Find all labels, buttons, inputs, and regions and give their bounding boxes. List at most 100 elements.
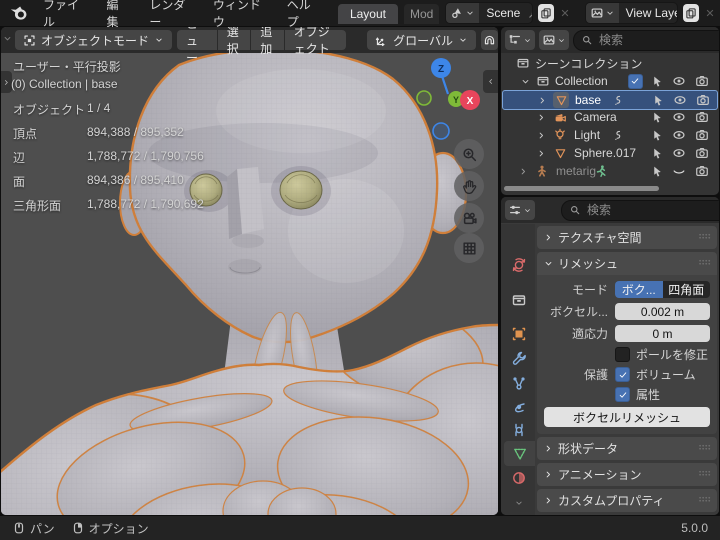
tab-collection-properties[interactable] [504,287,534,312]
outliner-row-sphere[interactable]: Sphere.017 [501,144,719,162]
outliner-row-light[interactable]: Light [501,126,719,144]
menu-window[interactable]: ウィンドウ [203,0,275,29]
tab-material-properties[interactable] [504,465,534,490]
remesh-mode-quad-button[interactable]: 四角面 [662,281,710,298]
properties-search[interactable] [561,199,719,221]
panel-texture-space[interactable]: テクスチャ空間 [537,226,717,249]
hide-eye-icon[interactable] [671,109,687,125]
menu-select[interactable]: 選択 [217,27,251,56]
selectable-icon[interactable] [649,109,665,125]
hide-eye-icon[interactable] [671,145,687,161]
transform-orientation-dropdown[interactable]: グローバル [367,30,476,50]
preserve-volume-checkbox[interactable] [615,367,630,382]
tab-world-properties[interactable] [504,252,534,277]
outliner-search[interactable] [573,29,719,51]
render-visibility-icon[interactable] [694,109,710,125]
selectable-icon[interactable] [650,92,666,108]
menu-object[interactable]: オブジェクト [284,27,347,56]
outliner-horizontal-scrollbar[interactable] [504,186,659,191]
outliner-row-collection[interactable]: Collection [501,72,719,90]
editor-type-chevron-icon[interactable] [2,33,13,47]
gizmo-axis-y-neg[interactable] [416,90,432,106]
menu-view[interactable]: ビュー [177,27,217,65]
expand-chevron-icon[interactable] [533,127,549,143]
drag-dots-icon[interactable] [697,229,711,246]
properties-search-input[interactable] [585,202,719,218]
scene-browse-button[interactable] [446,3,480,23]
menu-help[interactable]: ヘルプ [277,0,328,29]
hide-eye-icon[interactable] [671,127,687,143]
adaptivity-field[interactable]: 0 m [615,325,710,342]
menu-render[interactable]: レンダー [139,0,201,29]
tab-object-data-properties[interactable] [504,441,535,466]
render-visibility-icon[interactable] [694,145,710,161]
view-layer-browse-button[interactable] [585,3,619,23]
voxel-remesh-button[interactable]: ボクセルリメッシュ [544,407,710,427]
gizmo-axis-z-neg[interactable] [432,122,450,140]
outliner-row-camera[interactable]: Camera [501,108,719,126]
tab-constraint-properties[interactable] [504,417,534,442]
voxel-size-field[interactable]: 0.002 m [615,303,710,320]
panel-animation[interactable]: アニメーション [537,463,717,486]
workspace-tab-modeling[interactable]: Mod [403,3,440,24]
scene-name[interactable]: Scene [479,6,527,20]
menu-file[interactable]: ファイル [33,0,95,29]
drag-dots-icon[interactable] [697,466,711,483]
orthographic-toggle-button[interactable] [454,233,484,263]
scene-unlink-button[interactable] [559,7,571,19]
tab-strip-overflow-chevron[interactable] [504,496,534,510]
selectable-icon[interactable] [649,127,665,143]
outliner-row-metarig[interactable]: metarig [501,162,719,180]
outliner-filter-dropdown[interactable] [539,30,569,50]
selectable-icon[interactable] [649,73,665,89]
camera-view-button[interactable] [454,203,484,233]
panel-geometry-data[interactable]: 形状データ [537,437,717,460]
selectable-icon[interactable] [649,145,665,161]
tab-object-properties[interactable] [504,321,534,346]
snap-button-partial[interactable] [481,30,498,50]
view-layer-new-button[interactable] [683,4,700,22]
attributes-checkbox[interactable] [615,387,630,402]
tab-modifier-properties[interactable] [504,345,534,370]
hidden-eye-icon[interactable] [671,163,687,179]
blender-logo-icon[interactable] [8,5,27,21]
expand-chevron-icon[interactable] [533,109,549,125]
attributes-label: 属性 [636,388,661,402]
outliner-row-scene-collection[interactable]: シーンコレクション [501,54,719,72]
collection-checkbox[interactable] [627,73,643,89]
drag-dots-icon[interactable] [697,492,711,509]
remesh-mode-voxel-button[interactable]: ボク... [615,281,663,298]
render-visibility-icon[interactable] [695,92,711,108]
scene-new-button[interactable] [538,4,554,22]
outliner-display-mode-dropdown[interactable] [505,30,535,50]
expand-chevron-icon[interactable] [533,145,549,161]
expand-chevron-icon[interactable] [534,92,550,108]
view-layer-remove-button[interactable] [704,7,716,19]
expand-chevron-icon[interactable] [515,163,531,179]
zoom-button[interactable] [454,139,484,169]
render-visibility-icon[interactable] [694,73,710,89]
menu-edit[interactable]: 編集 [97,0,138,29]
drag-dots-icon[interactable] [697,440,711,457]
pin-icon[interactable] [527,7,533,20]
panel-custom-properties[interactable]: カスタムプロパティ [537,489,717,512]
tab-physics-properties[interactable] [504,394,534,419]
selectable-icon[interactable] [649,163,665,179]
pan-button[interactable] [454,171,484,201]
expand-chevron-icon[interactable] [517,73,533,89]
drag-dots-icon[interactable] [697,255,711,272]
workspace-tab-layout[interactable]: Layout [337,3,398,24]
outliner-search-input[interactable] [597,32,719,48]
view-layer-name[interactable]: View Layer [619,6,678,20]
hide-eye-icon[interactable] [671,73,687,89]
menu-add[interactable]: 追加 [251,27,284,56]
fix-poles-checkbox[interactable] [615,347,630,362]
mode-dropdown[interactable]: オブジェクトモード [15,30,173,50]
panel-remesh-header[interactable]: リメッシュ [537,252,717,275]
outliner-row-base[interactable]: base [502,90,718,110]
hide-eye-icon[interactable] [672,92,688,108]
render-visibility-icon[interactable] [694,127,710,143]
tab-particle-properties[interactable] [504,370,534,395]
render-visibility-icon[interactable] [694,163,710,179]
properties-editor-type-button[interactable] [505,200,535,220]
